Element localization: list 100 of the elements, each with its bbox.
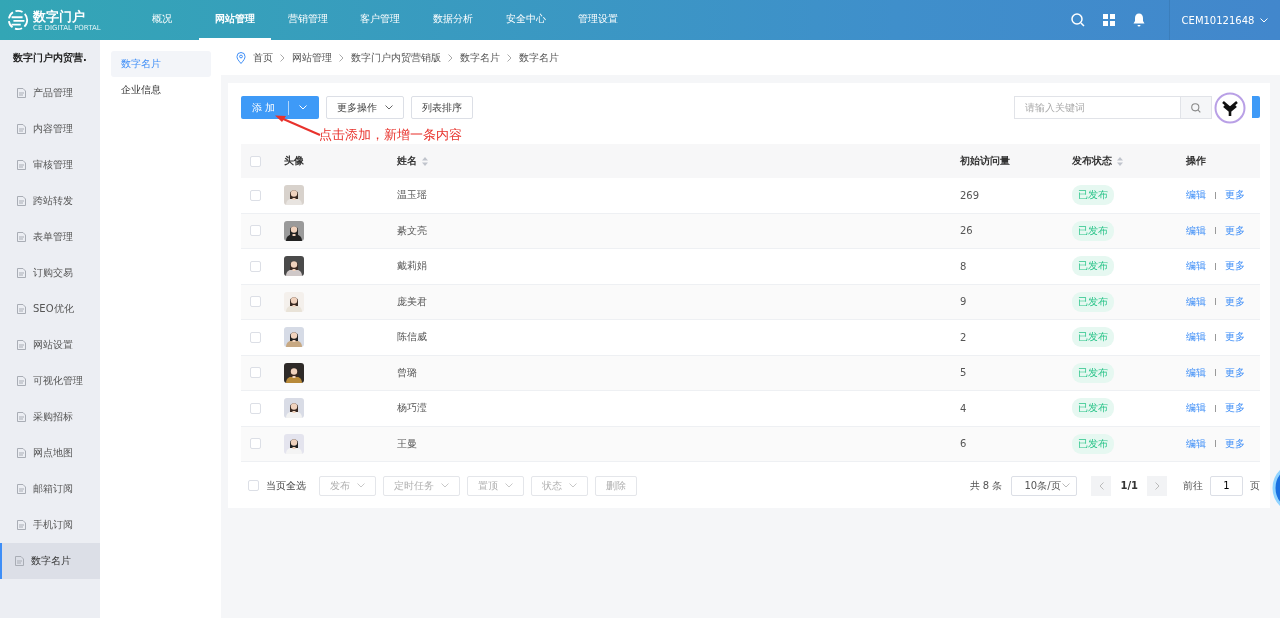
location-pin-icon — [236, 51, 246, 64]
more-link[interactable]: 更多 — [1225, 436, 1245, 451]
visits-cell-text: 9 — [960, 296, 968, 308]
page-indicator: 1/1 — [1120, 480, 1138, 491]
more-link[interactable]: 更多 — [1225, 365, 1245, 380]
search-icon[interactable] — [1071, 13, 1085, 27]
more-actions-button[interactable]: 更多操作 — [326, 96, 404, 119]
subnav-item[interactable]: 企业信息 — [111, 77, 211, 103]
bulk-action-button[interactable]: 状态 — [531, 475, 588, 496]
subnav-item[interactable]: 数字名片 — [111, 51, 211, 77]
sort-icon[interactable] — [422, 156, 428, 166]
edit-link[interactable]: 编辑 — [1186, 294, 1206, 309]
breadcrumb-link[interactable]: 数字名片 — [519, 50, 559, 65]
nav-tab[interactable]: 概况 — [126, 0, 199, 40]
add-button[interactable]: 添 加 — [241, 96, 319, 119]
sidebar-item[interactable]: 手机订阅 — [0, 507, 100, 543]
breadcrumb-link[interactable]: 数字名片 — [460, 50, 500, 65]
more-link[interactable]: 更多 — [1225, 259, 1245, 274]
sidebar-item[interactable]: 数字名片 — [0, 543, 100, 579]
bulk-action-button[interactable]: 删除 — [595, 475, 637, 496]
notification-icon[interactable] — [1133, 13, 1145, 27]
document-icon — [17, 124, 26, 134]
visits-cell-text: 26 — [960, 225, 974, 237]
checkbox[interactable] — [250, 155, 261, 167]
breadcrumb-link[interactable]: 首页 — [253, 50, 273, 65]
sidebar-item[interactable]: 审核管理 — [0, 147, 100, 183]
action-button[interactable] — [1252, 96, 1260, 118]
goto-label: 前往 — [1183, 478, 1203, 493]
search-field[interactable]: 请输入关键词 — [1014, 96, 1180, 119]
checkbox[interactable] — [250, 402, 261, 414]
edit-link[interactable]: 编辑 — [1186, 401, 1206, 416]
checkbox[interactable] — [248, 480, 259, 491]
assistant-logo-icon[interactable] — [1214, 92, 1246, 124]
sidebar-item[interactable]: 表单管理 — [0, 219, 100, 255]
edit-link[interactable]: 编辑 — [1186, 188, 1206, 203]
status-tag: 已发布 — [1072, 256, 1114, 277]
sidebar-item[interactable]: 邮箱订阅 — [0, 471, 100, 507]
sidebar-item[interactable]: SEO优化 — [0, 291, 100, 327]
nav-tab[interactable]: 营销管理 — [271, 0, 345, 40]
more-link[interactable]: 更多 — [1225, 223, 1245, 238]
name-cell-text: 王曼 — [397, 436, 418, 451]
select-all-label: 当页全选 — [266, 478, 306, 493]
previous-page-button[interactable] — [1091, 475, 1112, 496]
sidebar-item[interactable]: 网点地图 — [0, 435, 100, 471]
annotation-arrow — [275, 114, 321, 136]
sidebar-item[interactable]: 网站设置 — [0, 327, 100, 363]
sidebar-item[interactable]: 采购招标 — [0, 399, 100, 435]
bulk-action-button[interactable]: 定时任务 — [383, 475, 460, 496]
name-cell-text: 杨巧滢 — [397, 401, 428, 416]
breadcrumb-link[interactable]: 网站管理 — [292, 50, 332, 65]
page-input[interactable]: 1 — [1210, 475, 1243, 496]
name-cell-text: 庞美君 — [397, 294, 428, 309]
nav-tab[interactable]: 管理设置 — [562, 0, 635, 40]
chevron-left-icon — [1098, 481, 1104, 490]
column-header: 初始访问量 — [960, 154, 1011, 168]
status-tag: 已发布 — [1072, 220, 1114, 241]
column-header: 头像 — [284, 154, 305, 168]
checkbox[interactable] — [250, 367, 261, 379]
chevron-right-icon — [280, 53, 285, 62]
sort-button[interactable]: 列表排序 — [411, 96, 473, 119]
sort-icon[interactable] — [1117, 156, 1123, 166]
breadcrumb-link[interactable]: 数字门户内贸营销版 — [351, 50, 441, 65]
checkbox[interactable] — [250, 331, 261, 343]
more-link[interactable]: 更多 — [1225, 294, 1245, 309]
checkbox[interactable] — [250, 189, 261, 201]
more-link[interactable]: 更多 — [1225, 330, 1245, 345]
checkbox[interactable] — [250, 438, 261, 450]
checkbox[interactable] — [250, 260, 261, 272]
document-icon — [17, 88, 26, 98]
more-link[interactable]: 更多 — [1225, 188, 1245, 203]
bulk-action-button[interactable]: 置顶 — [467, 475, 524, 496]
column-header: 操作 — [1186, 154, 1206, 168]
bulk-action-button[interactable]: 发布 — [319, 475, 376, 496]
document-icon — [17, 448, 26, 458]
edit-link[interactable]: 编辑 — [1186, 259, 1206, 274]
page-unit-label: 页 — [1250, 478, 1260, 493]
edit-link[interactable]: 编辑 — [1186, 330, 1206, 345]
chevron-right-icon — [339, 53, 344, 62]
edit-link[interactable]: 编辑 — [1186, 223, 1206, 238]
sidebar-item[interactable]: 产品管理 — [0, 75, 100, 111]
more-link[interactable]: 更多 — [1225, 401, 1245, 416]
name-cell-text: 曾璐 — [397, 365, 418, 380]
next-page-button[interactable] — [1147, 475, 1167, 496]
sidebar-item[interactable]: 内容管理 — [0, 111, 100, 147]
sidebar-item[interactable]: 订购交易 — [0, 255, 100, 291]
chevron-down-icon — [357, 483, 365, 488]
edit-link[interactable]: 编辑 — [1186, 436, 1206, 451]
document-icon — [17, 376, 26, 386]
sidebar-item[interactable]: 可视化管理 — [0, 363, 100, 399]
checkbox[interactable] — [250, 225, 261, 237]
edit-link[interactable]: 编辑 — [1186, 365, 1206, 380]
nav-tab[interactable]: 客户管理 — [344, 0, 417, 40]
checkbox[interactable] — [250, 296, 261, 308]
status-tag: 已发布 — [1072, 185, 1114, 206]
grid-icon[interactable] — [1103, 14, 1115, 26]
nav-tab[interactable]: 数据分析 — [416, 0, 490, 40]
sidebar-item[interactable]: 跨站转发 — [0, 183, 100, 219]
nav-tab[interactable]: 安全中心 — [489, 0, 563, 40]
chevron-right-icon — [507, 53, 512, 62]
page-size-select[interactable]: 10条/页 — [1011, 475, 1078, 496]
